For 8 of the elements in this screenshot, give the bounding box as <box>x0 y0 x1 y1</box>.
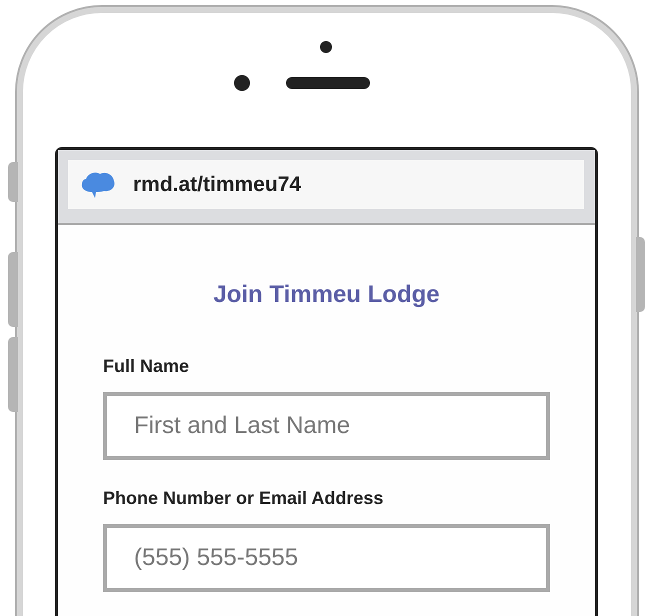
form-title: Join Timmeu Lodge <box>212 280 441 310</box>
input-field[interactable]: (555) 555-5555 <box>103 524 550 592</box>
address-field[interactable]: rmd.at/timmeu74 <box>68 160 584 209</box>
url-text: rmd.at/timmeu74 <box>133 172 302 198</box>
field-label: Phone Number or Email Address <box>103 487 384 510</box>
input-field[interactable]: First and Last Name <box>103 392 550 460</box>
field-label: Full Name <box>103 355 190 378</box>
speech-bubble-icon <box>80 170 116 198</box>
